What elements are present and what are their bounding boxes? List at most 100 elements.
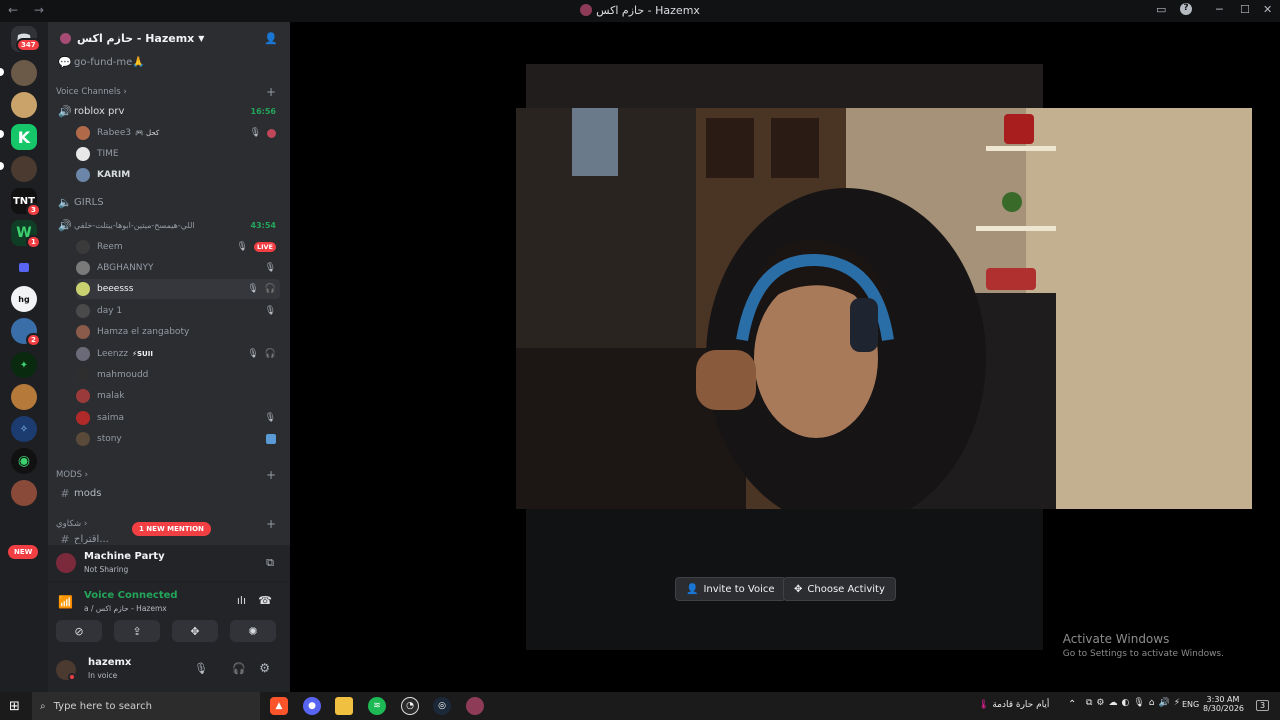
choose-activity-button[interactable]: ✥ Choose Activity [783,577,896,601]
add-channel-icon[interactable]: + [266,517,276,531]
voice-user-day1[interactable]: day 1 🎙 [76,301,280,321]
new-unread-pill[interactable]: NEW [8,545,39,559]
headphones-icon[interactable]: 🎧 [232,662,246,675]
close-icon[interactable]: ✕ [1263,3,1272,16]
avatar [76,282,90,296]
server-avatar-3[interactable] [11,156,37,182]
gear-icon[interactable]: ⚙ [259,661,270,675]
chevron-down-icon: ▼ [198,33,205,43]
voice-user-saima[interactable]: saima 🎙 [76,408,280,428]
avatar [76,347,90,361]
activity-title: Machine Party [84,551,165,562]
search-icon: ⌕ [40,700,46,712]
channel-roblox[interactable]: 🔊 roblox prv 16:56 [56,101,282,121]
add-channel-icon[interactable]: + [266,468,276,482]
add-member-icon[interactable]: 👤 [264,32,278,45]
channel-arabic[interactable]: 🔊 اللي-هيمسح-ميتين-ابوها-يبتلت-خلفي 43:54 [56,215,282,235]
folder-icon[interactable] [11,254,37,280]
server-rail: 347 K TNT 3 W 1 hg 2 ✦ ✧ ◉ NEW [0,22,48,692]
voice-user-rabee3[interactable]: Rabee3 🎮 كحل 🎙 [76,123,280,143]
server-avatar-8[interactable]: ✧ [11,416,37,442]
voice-user-malak[interactable]: malak [76,386,280,406]
camera-feed[interactable] [516,108,1252,509]
username: hazemx [88,657,132,668]
voice-stage: 👤 Invite to Voice ✥ Choose Activity Activa… [290,22,1280,692]
language-indicator[interactable]: ENG [1182,700,1199,709]
category-mods[interactable]: MODS › + [56,468,282,482]
new-mention-pill[interactable]: 1 NEW MENTION [132,522,211,536]
voice-user-hamza[interactable]: Hamza el zangaboty [76,322,280,342]
minimize-icon[interactable]: ─ [1216,3,1223,16]
forum-icon: 💬 [58,55,72,69]
noise-suppression-icon[interactable]: ılı [237,594,246,607]
voice-user-reem[interactable]: Reem 🎙 LIVE [76,237,280,257]
speaker-icon: 🔊 [58,104,72,118]
voice-user-mahmoudd[interactable]: mahmoudd [76,365,280,385]
hash-icon: # [60,486,70,500]
voice-user-time[interactable]: TIME [76,144,280,164]
mute-icon[interactable]: 🎙 [194,662,208,675]
voice-user-leenzz[interactable]: Leenzz ⚡SUII 🎙 🎧 [76,344,280,364]
avatar [76,304,90,318]
server-avatar-10[interactable] [11,480,37,506]
channel-mods[interactable]: # mods [56,483,282,503]
spotify-icon[interactable]: ≋ [368,697,386,715]
camera-off-icon: ⊘ [74,624,84,638]
camera-image [516,108,1252,509]
kick-server-icon[interactable]: K [11,124,37,150]
server-avatar-1[interactable] [11,60,37,86]
file-explorer-icon[interactable] [335,697,353,715]
w-badge: 1 [26,235,41,249]
discord-taskbar-icon[interactable]: ● [303,697,321,715]
soundboard-button[interactable]: ✺ [230,620,276,642]
tray-chevron-icon[interactable]: ⌃ [1068,699,1076,710]
voice-panel: 📶 Voice Connected a / حازم اكس - Hazemx … [48,582,290,648]
add-channel-icon[interactable]: + [266,85,276,99]
share-screen-button[interactable]: ⇪ [114,620,160,642]
inbox-icon[interactable]: ▭ [1156,3,1166,16]
activity-panel: Machine Party Not Sharing ⧉ [48,545,290,582]
server-avatar-2[interactable] [11,92,37,118]
taskbar-search[interactable]: ⌕ Type here to search [32,692,260,720]
server-avatar-7[interactable] [11,384,37,410]
voice-location[interactable]: a / حازم اكس - Hazemx [84,604,167,613]
help-icon[interactable]: ? [1180,3,1192,15]
muted-icon: 🎙 [264,306,276,316]
browser-icon[interactable] [466,697,484,715]
channel-girls[interactable]: 🔈 GIRLS [56,192,282,212]
category-voice[interactable]: Voice Channels › + [56,85,282,99]
watermark-subtitle: Go to Settings to activate Windows. [1062,649,1224,659]
voice-user-beeesss[interactable]: beeesss 🎙 🎧 [76,279,280,299]
system-tray-icons[interactable]: ⧉⚙☁◐🎙⌂🔊⚡ [1086,698,1184,708]
signal-icon[interactable]: 📶 [58,595,73,609]
channel-gofund[interactable]: 💬 go-fund-me🙏 [56,52,282,72]
server-avatar-6[interactable]: ✦ [11,352,37,378]
deafened-icon: 🎧 [264,349,276,359]
voice-user-stony[interactable]: stony [76,429,280,449]
steam-icon[interactable]: ◎ [433,697,451,715]
muted-icon: 🎙 [247,284,259,294]
activities-button[interactable]: ✥ [172,620,218,642]
voice-user-karim[interactable]: KARIM [76,165,280,185]
voice-user-abghannyy[interactable]: ABGHANNYY 🎙 [76,258,280,278]
brave-icon[interactable]: ▲ [270,697,288,715]
camera-button[interactable]: ⊘ [56,620,102,642]
watermark-title: Activate Windows [1062,632,1170,646]
weather-widget[interactable]: 🌡 أيام حارة قادمة [978,700,1049,710]
server-avatar-4[interactable]: hg [11,286,37,312]
app-icon[interactable]: ◔ [401,697,419,715]
add-user-icon: 👤 [686,583,699,595]
clock[interactable]: 3:30 AM 8/30/2026 [1203,695,1244,713]
speaker-icon: 🔊 [58,218,72,232]
invite-to-voice-button[interactable]: 👤 Invite to Voice [675,577,786,601]
screen-share-icon[interactable]: ⧉ [266,556,274,570]
voice-status: Voice Connected [84,590,178,601]
hash-icon: # [60,534,70,544]
guild-header[interactable]: حازم اكس - Hazemx ▼ 👤 [48,22,290,54]
disconnect-icon[interactable]: ☎ [258,594,272,607]
taskbar: ⊞ ⌕ Type here to search ▲ ● ≋ ◔ ◎ 🌡 أيام … [0,692,1280,720]
server-avatar-9[interactable]: ◉ [11,448,37,474]
notification-badge[interactable]: 3 [1256,700,1270,711]
maximize-icon[interactable]: ☐ [1240,3,1250,16]
windows-start-icon[interactable]: ⊞ [9,699,20,714]
